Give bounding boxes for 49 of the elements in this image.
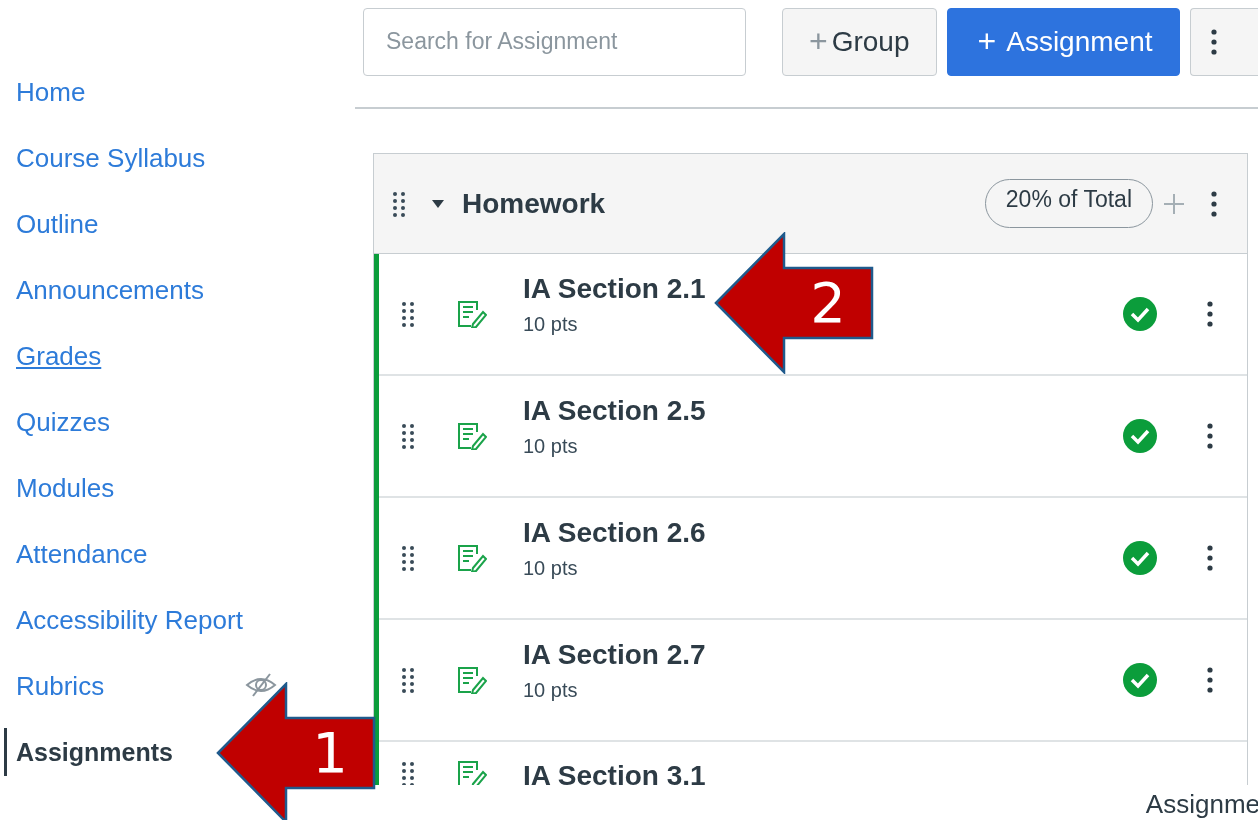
assignment-icon [457,300,487,329]
more-options-icon[interactable] [1211,189,1217,218]
callout-arrow: 1 [216,682,376,820]
nav-link[interactable]: Accessibility Report [16,600,243,640]
assignment-title[interactable]: IA Section 2.6 [523,516,706,549]
assignment-icon [457,544,487,573]
published-check-icon[interactable] [1123,419,1157,454]
points-text: 10 pts [523,312,578,336]
caret-down-icon[interactable] [432,199,444,208]
nav-link[interactable]: Outline [16,204,99,244]
assignment-title[interactable]: IA Section 2.7 [523,638,706,671]
callout-arrow: 2 [714,232,874,374]
more-options-icon[interactable] [1207,666,1213,695]
search-field[interactable]: Search for Assignment [363,7,746,76]
assignment-title[interactable]: IA Section 3.1 [523,760,706,785]
points-text: 10 pts [523,678,578,702]
published-check-icon[interactable] [1123,663,1157,698]
points-text: 10 pts [523,556,578,580]
drag-handle-icon[interactable] [401,544,415,573]
nav-link[interactable]: Home [16,72,86,112]
add-group-button[interactable]: +Group [782,7,937,76]
add-assignment-button[interactable]: + Assignment [946,7,1180,76]
assignment-title[interactable]: IA Section 2.5 [523,394,706,427]
drag-handle-icon[interactable] [401,760,415,785]
drag-handle-icon[interactable] [401,422,415,451]
assignment-icon [457,760,487,785]
more-options-icon[interactable] [1207,300,1213,329]
drag-handle-icon[interactable] [401,300,415,329]
nav-link[interactable]: Attendance [16,534,148,574]
more-options-icon [1210,27,1217,56]
nav-link[interactable]: Announcements [16,270,204,310]
nav-link[interactable]: Rubrics [16,666,105,706]
more-options-icon[interactable] [1207,544,1213,573]
published-check-icon[interactable] [1123,541,1157,576]
page-heading: Assignme [1144,789,1258,820]
nav-link[interactable]: Modules [16,468,115,508]
nav-link[interactable]: Course Syllabus [16,138,206,178]
assignment-title[interactable]: IA Section 2.1 [523,272,706,305]
nav-link[interactable]: Assignments [4,728,173,776]
more-options-icon[interactable] [1207,422,1213,451]
drag-handle-icon[interactable] [392,189,406,218]
nav-link[interactable]: Quizzes [16,402,110,442]
points-text: 10 pts [523,434,578,458]
assignment-icon [457,422,487,451]
group-title: Homework [462,187,607,220]
published-check-icon[interactable] [1123,297,1157,332]
assignment-icon [457,666,487,695]
nav-link[interactable]: Grades [16,336,102,376]
drag-handle-icon[interactable] [401,666,415,695]
